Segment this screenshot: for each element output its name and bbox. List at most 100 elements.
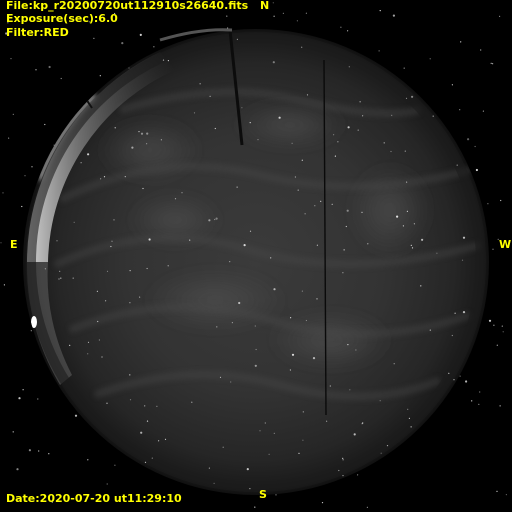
- star: [227, 27, 229, 29]
- star: [60, 77, 62, 80]
- star: [301, 46, 303, 48]
- star: [379, 400, 381, 402]
- star: [347, 30, 349, 32]
- star: [278, 116, 281, 119]
- star: [405, 97, 408, 99]
- direction-south: S: [259, 488, 267, 501]
- star: [362, 422, 364, 424]
- star: [140, 431, 143, 434]
- star: [496, 344, 498, 346]
- star: [121, 42, 124, 45]
- star: [346, 209, 349, 212]
- star: [383, 142, 385, 144]
- star: [390, 150, 392, 153]
- star: [213, 482, 215, 484]
- star: [158, 440, 160, 442]
- star: [270, 257, 272, 259]
- star: [289, 369, 291, 371]
- star: [215, 217, 218, 220]
- star: [249, 488, 251, 490]
- star: [80, 162, 82, 164]
- star: [366, 506, 368, 508]
- star: [208, 219, 211, 222]
- star: [393, 363, 395, 365]
- star: [131, 146, 134, 149]
- star: [249, 230, 252, 232]
- star: [219, 376, 222, 378]
- star: [340, 26, 342, 28]
- star: [396, 215, 399, 218]
- star: [272, 61, 275, 64]
- star: [301, 159, 303, 161]
- star: [93, 37, 95, 40]
- star: [302, 439, 304, 441]
- star: [106, 402, 108, 404]
- star: [72, 277, 74, 279]
- star: [342, 457, 344, 459]
- star: [199, 83, 201, 85]
- star: [105, 300, 107, 302]
- star: [496, 490, 498, 492]
- star: [487, 203, 489, 205]
- star: [479, 391, 481, 393]
- star: [408, 417, 410, 419]
- star: [349, 389, 351, 391]
- star: [465, 380, 468, 383]
- star: [499, 15, 501, 17]
- star: [110, 245, 112, 248]
- star: [448, 372, 450, 374]
- star: [355, 349, 357, 351]
- star: [106, 270, 109, 272]
- star: [410, 426, 412, 428]
- star: [114, 127, 116, 129]
- star: [226, 15, 228, 17]
- star: [74, 414, 78, 417]
- star: [429, 58, 431, 60]
- star: [326, 420, 328, 422]
- all-sky-camera-image: File:kp_r20200720ut112910s26640.fits Exp…: [0, 0, 512, 512]
- star: [222, 446, 224, 448]
- star: [461, 259, 464, 261]
- star: [488, 319, 492, 322]
- star: [392, 14, 395, 17]
- star: [124, 176, 126, 178]
- star: [272, 2, 274, 4]
- star: [10, 58, 12, 60]
- star: [254, 364, 257, 367]
- star: [378, 50, 380, 52]
- star: [87, 153, 90, 156]
- star: [291, 142, 293, 144]
- star: [413, 223, 415, 225]
- star: [37, 398, 39, 400]
- star: [98, 339, 100, 341]
- star: [100, 178, 102, 180]
- star: [410, 244, 412, 246]
- star: [432, 115, 434, 117]
- star: [2, 192, 4, 194]
- star: [329, 385, 331, 387]
- star: [411, 95, 414, 98]
- star: [101, 356, 103, 358]
- star: [139, 33, 142, 37]
- star: [362, 115, 364, 117]
- star: [164, 438, 167, 440]
- star: [294, 176, 296, 178]
- star: [312, 357, 316, 360]
- star: [114, 464, 116, 466]
- star: [406, 210, 408, 212]
- star: [48, 453, 50, 455]
- star: [359, 101, 361, 103]
- star: [406, 181, 408, 183]
- star: [333, 134, 335, 136]
- star: [146, 143, 148, 145]
- star: [254, 506, 256, 508]
- star: [337, 141, 339, 143]
- star: [404, 150, 406, 152]
- star: [338, 469, 340, 472]
- star: [139, 296, 141, 298]
- star: [53, 144, 55, 146]
- star: [291, 353, 295, 356]
- star: [500, 199, 502, 202]
- star: [273, 15, 275, 17]
- file-name-label: File:kp_r20200720ut112910s26640.fits: [6, 0, 249, 12]
